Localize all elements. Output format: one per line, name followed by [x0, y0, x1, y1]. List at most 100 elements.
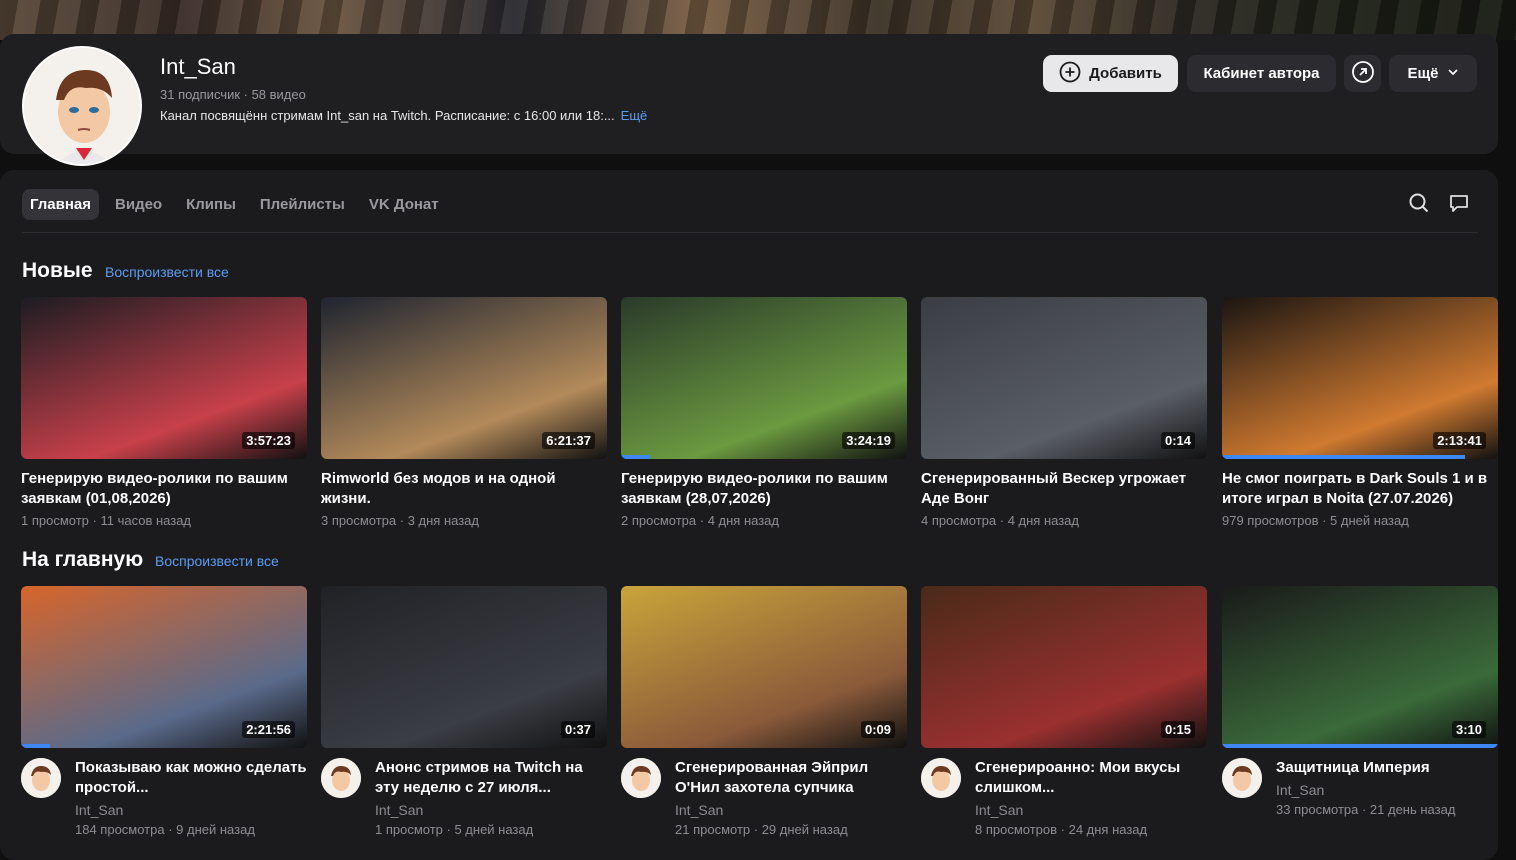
video-meta: 1 просмотр · 11 часов назад: [21, 513, 192, 528]
video-meta: 2 просмотра · 4 дня назад: [621, 513, 779, 528]
video-meta: 979 просмотров · 5 дней назад: [1222, 513, 1409, 528]
video-duration: 0:09: [860, 721, 895, 738]
plus-circle-icon: [1059, 61, 1081, 87]
video-card[interactable]: 3:10 Защитница Империя Int_San 33 просмотра…: [1222, 586, 1508, 817]
video-info: Сгенерироанно: Мои вкусы слишком... Int_S…: [921, 758, 1207, 837]
watch-progress-bar: [1222, 744, 1498, 748]
video-thumbnail[interactable]: 0:37: [321, 586, 607, 748]
video-text: Защитница Империя Int_San 33 просмотра · 2…: [1276, 758, 1455, 817]
video-channel[interactable]: Int_San: [375, 802, 607, 818]
video-title[interactable]: Сгенерироанно: Мои вкусы слишком...: [975, 758, 1207, 798]
arrow-up-right-circle-icon: [1351, 60, 1375, 88]
video-title[interactable]: Анонс стримов на Twitch на эту неделю с …: [375, 758, 607, 798]
video-duration: 6:21:37: [542, 432, 595, 449]
author-studio-button[interactable]: Кабинет автора: [1187, 55, 1336, 92]
channel-description: Канал посвящённ стримам Int_san на Twitc…: [160, 108, 647, 123]
video-card[interactable]: 3:24:19 Генерирую видео-ролики по вашим з…: [621, 297, 907, 528]
video-card[interactable]: 0:09 Сгенерированная Эйприл О'Нил захотел…: [621, 586, 907, 837]
video-title[interactable]: Генерирую видео-ролики по вашим заявкам …: [621, 469, 907, 509]
video-meta: 3 просмотра · 3 дня назад: [321, 513, 479, 528]
video-thumbnail[interactable]: 0:14: [921, 297, 1207, 459]
video-info: Анонс стримов на Twitch на эту неделю с …: [321, 758, 607, 837]
video-thumbnail[interactable]: 3:24:19: [621, 297, 907, 459]
add-button-label: Добавить: [1089, 65, 1162, 82]
video-text: Сгенерироанно: Мои вкусы слишком... Int_S…: [975, 758, 1207, 837]
channel-avatar[interactable]: [22, 46, 142, 166]
video-thumbnail[interactable]: 3:57:23: [21, 297, 307, 459]
video-text: Анонс стримов на Twitch на эту неделю с …: [375, 758, 607, 837]
video-thumbnail[interactable]: 2:13:41: [1222, 297, 1498, 459]
author-studio-label: Кабинет автора: [1203, 65, 1320, 82]
watch-progress-bar: [21, 744, 50, 748]
channel-name: Int_San: [160, 54, 236, 79]
channel-header: Int_San 31 подписчик · 58 видео Канал по…: [0, 34, 1498, 166]
share-button[interactable]: [1344, 55, 1381, 92]
video-info: Сгенерированная Эйприл О'Нил захотела су…: [621, 758, 907, 837]
video-title[interactable]: Показываю как можно сделать простой...: [75, 758, 307, 798]
channel-stats: 31 подписчик · 58 видео: [160, 87, 306, 102]
video-info: Защитница Империя Int_San 33 просмотра · 2…: [1222, 758, 1508, 817]
tab-clips[interactable]: Клипы: [178, 189, 244, 220]
channel-avatar-small[interactable]: [921, 758, 961, 798]
video-meta: 184 просмотра · 9 дней назад: [75, 822, 255, 837]
video-duration: 0:37: [560, 721, 595, 738]
video-title[interactable]: Защитница Империя: [1276, 758, 1455, 778]
tab-actions: [1408, 192, 1470, 219]
video-card[interactable]: 0:37 Анонс стримов на Twitch на эту недел…: [321, 586, 607, 837]
video-meta: 1 просмотр · 5 дней назад: [375, 822, 534, 837]
video-channel[interactable]: Int_San: [75, 802, 307, 818]
video-title[interactable]: Сгенерированный Вескер угрожает Аде Вонг: [921, 469, 1207, 509]
video-meta: 33 просмотра · 21 день назад: [1276, 802, 1456, 817]
video-duration: 2:21:56: [242, 721, 295, 738]
video-info: Показываю как можно сделать простой... In…: [21, 758, 307, 837]
more-button[interactable]: Ещё: [1389, 55, 1477, 92]
section-title-new: Новые: [22, 259, 93, 282]
video-text: Сгенерированная Эйприл О'Нил захотела су…: [675, 758, 907, 837]
play-all-home-link[interactable]: Воспроизвести все: [155, 553, 279, 569]
video-thumbnail[interactable]: 0:09: [621, 586, 907, 748]
video-channel[interactable]: Int_San: [975, 802, 1207, 818]
tab-home[interactable]: Главная: [22, 189, 100, 220]
video-text: Показываю как можно сделать простой... In…: [75, 758, 307, 837]
search-icon[interactable]: [1408, 192, 1430, 219]
video-title[interactable]: Генерирую видео-ролики по вашим заявкам …: [21, 469, 307, 509]
video-title[interactable]: Rimworld без модов и на одной жизни.: [321, 469, 607, 509]
video-thumbnail[interactable]: 3:10: [1222, 586, 1498, 748]
tab-playlists[interactable]: Плейлисты: [252, 189, 353, 220]
channel-avatar-small[interactable]: [621, 758, 661, 798]
tab-videos[interactable]: Видео: [107, 189, 170, 220]
chevron-down-icon: [1447, 65, 1459, 82]
tabs-divider: [22, 232, 1478, 233]
video-card[interactable]: 2:13:41 Не смог поиграть в Dark Souls 1 и…: [1222, 297, 1508, 528]
channel-tabs: Главная Видео Клипы Плейлисты VK Донат: [22, 189, 455, 220]
video-duration: 0:15: [1160, 721, 1195, 738]
video-duration: 3:24:19: [842, 432, 895, 449]
more-button-label: Ещё: [1407, 65, 1439, 82]
channel-avatar-small[interactable]: [21, 758, 61, 798]
section-title-home: На главную: [22, 548, 144, 571]
video-meta: 4 просмотра · 4 дня назад: [921, 513, 1079, 528]
video-duration: 0:14: [1160, 432, 1195, 449]
video-title[interactable]: Сгенерированная Эйприл О'Нил захотела су…: [675, 758, 907, 798]
video-card[interactable]: 6:21:37 Rimworld без модов и на одной жиз…: [321, 297, 607, 528]
description-more-link[interactable]: Ещё: [621, 108, 648, 123]
video-thumbnail[interactable]: 2:21:56: [21, 586, 307, 748]
play-all-new-link[interactable]: Воспроизвести все: [105, 264, 229, 280]
add-button[interactable]: Добавить: [1043, 55, 1178, 92]
channel-description-text: Канал посвящённ стримам Int_san на Twitc…: [160, 108, 615, 123]
channel-avatar-small[interactable]: [321, 758, 361, 798]
video-thumbnail[interactable]: 0:15: [921, 586, 1207, 748]
video-card[interactable]: 0:15 Сгенерироанно: Мои вкусы слишком... I…: [921, 586, 1207, 837]
video-thumbnail[interactable]: 6:21:37: [321, 297, 607, 459]
channel-avatar-small[interactable]: [1222, 758, 1262, 798]
video-channel[interactable]: Int_San: [1276, 782, 1455, 798]
video-duration: 2:13:41: [1433, 432, 1486, 449]
video-card[interactable]: 0:14 Сгенерированный Вескер угрожает Аде …: [921, 297, 1207, 528]
video-duration: 3:10: [1451, 721, 1486, 738]
video-channel[interactable]: Int_San: [675, 802, 907, 818]
video-title[interactable]: Не смог поиграть в Dark Souls 1 и в итог…: [1222, 469, 1508, 509]
chat-bubble-icon[interactable]: [1448, 192, 1470, 219]
video-card[interactable]: 3:57:23 Генерирую видео-ролики по вашим з…: [21, 297, 307, 528]
video-card[interactable]: 2:21:56 Показываю как можно сделать прост…: [21, 586, 307, 837]
tab-vk-donate[interactable]: VK Донат: [361, 189, 447, 220]
